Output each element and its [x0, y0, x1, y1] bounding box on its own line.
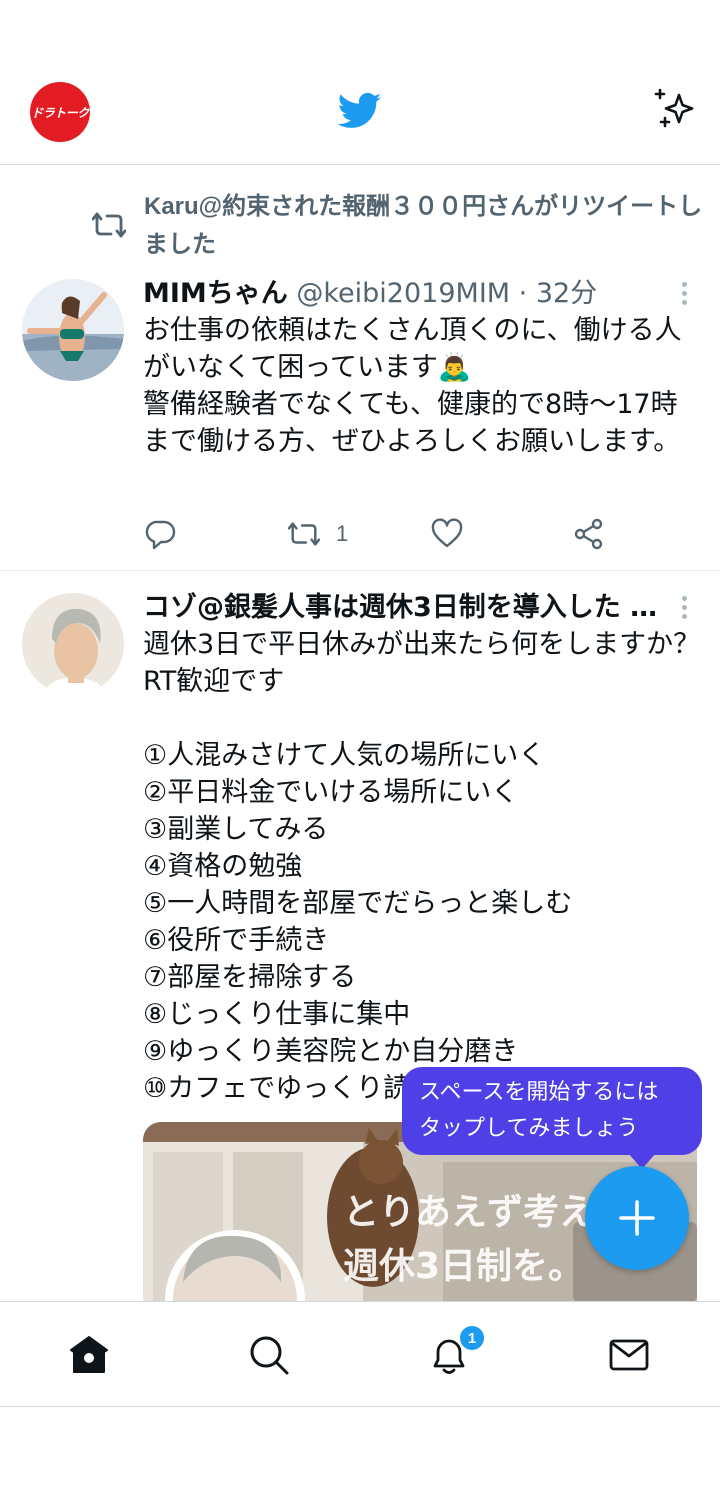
retweet-icon: [288, 522, 320, 546]
user-display-name[interactable]: MIMちゃん: [143, 278, 288, 309]
plus-icon: [619, 1200, 655, 1236]
notification-badge: 1: [458, 1324, 486, 1352]
user-display-name[interactable]: コゾ@銀髪人事は週休3日制を導入した …: [143, 592, 657, 623]
reply-button[interactable]: [145, 514, 177, 554]
reply-icon: [145, 520, 176, 550]
tweet-text: お仕事の依頼はたくさん頂くのに、働ける人がいなくて困っています🙇‍♂️ 警備経験…: [143, 315, 682, 457]
share-icon: [574, 518, 603, 550]
heart-icon: [431, 518, 463, 548]
media-caption-line1: とりあえず考え: [343, 1192, 595, 1233]
profile-avatar[interactable]: ドラトーク: [30, 82, 90, 142]
user-avatar[interactable]: [22, 279, 124, 381]
bottom-navigation: 1: [0, 1301, 720, 1407]
logo-text: ドラトーク: [31, 105, 89, 120]
retweet-context-text: Karu@約束された報酬３００円さんがリツイートしました: [144, 193, 703, 258]
user-handle-time: @keibi2019MIM · 32分: [287, 278, 598, 309]
tweet-header: コゾ@銀髪人事は週休3日制を導入した …: [143, 590, 703, 626]
home-icon[interactable]: [68, 1334, 110, 1376]
sparkle-icon[interactable]: [652, 86, 698, 132]
search-icon[interactable]: [248, 1334, 290, 1376]
tooltip-line2: タップしてみましょう: [419, 1116, 639, 1141]
retweet-indicator-icon: [92, 212, 126, 238]
spaces-tooltip[interactable]: スペースを開始するには タップしてみましょう: [402, 1067, 702, 1169]
tweet[interactable]: Karu@約束された報酬３００円さんがリツイートしました MIMちゃん @kei…: [0, 166, 720, 571]
share-button[interactable]: [573, 514, 605, 554]
messages-envelope-icon[interactable]: [608, 1334, 650, 1376]
top-header: ドラトーク: [0, 60, 720, 165]
tweet-header: MIMちゃん @keibi2019MIM · 32分: [143, 276, 703, 312]
tweet-text: 週休3日で平日休みが出来たら何をしますか？RT歓迎です ①人混みさけて人気の場所…: [143, 629, 701, 1104]
twitter-bird-icon[interactable]: [338, 92, 382, 130]
compose-fab-button[interactable]: [585, 1166, 689, 1270]
user-avatar[interactable]: [22, 593, 124, 695]
retweet-button[interactable]: 1: [288, 514, 348, 554]
more-options-icon[interactable]: [680, 596, 688, 624]
tooltip-line1: スペースを開始するには: [419, 1080, 659, 1105]
tweet-actions: 1: [143, 514, 613, 554]
media-caption-line2: 週休3日制を。: [343, 1246, 584, 1287]
like-button[interactable]: [431, 514, 463, 554]
more-options-icon[interactable]: [680, 282, 688, 310]
retweet-count: 1: [336, 521, 349, 546]
